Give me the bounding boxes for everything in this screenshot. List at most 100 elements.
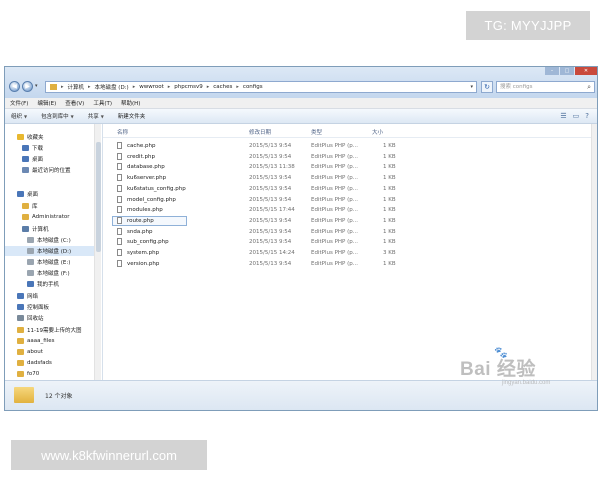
minimize-button[interactable]: – xyxy=(545,67,559,75)
file-row[interactable]: version.php 2015/5/13 9:54 EditPlus PHP (p… xyxy=(103,259,413,269)
menu-file[interactable]: 文件(F) xyxy=(10,99,28,107)
php-file-icon xyxy=(117,184,122,192)
forward-button[interactable]: ▶ xyxy=(22,81,33,92)
sidebar-item-label: 本地磁盘 (C:) xyxy=(37,238,71,244)
file-row[interactable]: snda.php 2015/5/13 9:54 EditPlus PHP (p...… xyxy=(103,227,413,237)
breadcrumb-segment[interactable]: caches xyxy=(213,84,232,90)
folder-icon xyxy=(17,338,24,344)
column-header-size[interactable]: 大小 xyxy=(372,128,383,137)
menu-tools[interactable]: 工具(T) xyxy=(93,99,112,107)
computer-icon xyxy=(22,226,29,232)
sidebar-item[interactable]: fo70 xyxy=(5,369,39,379)
file-row[interactable]: database.php 2015/5/13 11:38 EditPlus PHP … xyxy=(103,162,413,172)
sidebar-item[interactable]: 本地磁盘 (E:) xyxy=(5,257,70,267)
sidebar-item[interactable]: 控制面板 xyxy=(5,302,49,312)
sidebar-item[interactable]: 我的手机 xyxy=(5,279,59,289)
file-date: 2015/5/13 9:54 xyxy=(249,217,292,224)
menu-help[interactable]: 帮助(H) xyxy=(121,99,140,107)
new-folder-button[interactable]: 新建文件夹 xyxy=(118,112,146,120)
sidebar-item-label: aaaa_files xyxy=(27,338,55,344)
file-row[interactable]: ku6server.php 2015/5/13 9:54 EditPlus PHP … xyxy=(103,173,413,183)
breadcrumb-segment[interactable]: phpcmsv9 xyxy=(174,84,202,90)
file-name: sub_config.php xyxy=(127,239,169,246)
sidebar-item[interactable]: 11-19需要上传的大图 xyxy=(5,325,81,335)
sidebar-item[interactable]: 本地磁盘 (C:) xyxy=(5,235,71,245)
file-row[interactable]: sub_config.php 2015/5/13 9:54 EditPlus PHP… xyxy=(103,237,413,247)
file-row[interactable]: cache.php 2015/5/13 9:54 EditPlus PHP (p..… xyxy=(103,141,413,151)
sidebar-item[interactable]: Administrator xyxy=(5,212,70,222)
view-options-icon[interactable]: ☰ xyxy=(560,112,566,120)
sidebar-item-label: 桌面 xyxy=(32,157,44,163)
explorer-window: – □ ✕ ◀ ▶ ▾ ▸ 计算机 ▸ 本地磁盘 (D:) ▸ wwwroot … xyxy=(4,66,598,411)
php-file-icon xyxy=(117,259,122,267)
file-list: 名称 修改日期 类型 大小 cache.php 2015/5/13 9:54 Edi… xyxy=(103,124,597,380)
share-button[interactable]: 共享 ▼ xyxy=(88,112,104,120)
sidebar-item[interactable]: 下载 xyxy=(5,143,43,153)
file-date: 2015/5/13 9:54 xyxy=(249,143,292,149)
include-in-library-button[interactable]: 包含到库中 ▼ xyxy=(41,112,74,120)
download-folder-icon xyxy=(22,145,29,151)
library-icon xyxy=(22,203,29,209)
folder-icon xyxy=(14,387,34,403)
file-row[interactable]: model_config.php 2015/5/13 9:54 EditPlus P… xyxy=(103,195,413,205)
chevron-down-icon: ▼ xyxy=(70,114,74,119)
column-header-type[interactable]: 类型 xyxy=(311,128,322,137)
search-input[interactable]: 搜索 configs ⌕ xyxy=(496,81,595,93)
sidebar-item[interactable]: 桌面 xyxy=(5,154,43,164)
sidebar-item[interactable]: 本地磁盘 (D:) xyxy=(5,246,99,256)
file-date: 2015/5/13 9:54 xyxy=(249,260,292,267)
file-row[interactable]: modules.php 2015/5/15 17:44 EditPlus PHP (… xyxy=(103,205,413,215)
chevron-down-icon[interactable]: ▾ xyxy=(470,84,473,90)
refresh-button[interactable]: ↻ xyxy=(481,81,493,93)
breadcrumb-segment[interactable]: configs xyxy=(243,84,263,90)
recent-pages-chevron-icon[interactable]: ▾ xyxy=(35,83,38,89)
menu-view[interactable]: 查看(V) xyxy=(65,99,84,107)
sidebar-item-label: fo70 xyxy=(27,371,40,377)
sidebar-item[interactable]: 网络 xyxy=(5,291,38,301)
php-file-icon xyxy=(117,174,122,182)
breadcrumb-segment[interactable]: wwwroot xyxy=(139,84,164,90)
address-bar[interactable]: ▸ 计算机 ▸ 本地磁盘 (D:) ▸ wwwroot ▸ phpcmsv9 ▸… xyxy=(45,81,477,93)
close-button[interactable]: ✕ xyxy=(575,67,597,75)
sidebar-item[interactable]: 最近访问的位置 xyxy=(5,165,71,175)
maximize-button[interactable]: □ xyxy=(560,67,574,75)
breadcrumb-segment[interactable]: 计算机 xyxy=(68,83,85,91)
preview-pane-icon[interactable]: ▭ xyxy=(573,112,580,120)
sidebar-item-label: 回收站 xyxy=(27,316,44,322)
column-header-name[interactable]: 名称 xyxy=(117,128,128,137)
sidebar-item[interactable]: about xyxy=(5,347,43,357)
breadcrumb-segment[interactable]: 本地磁盘 (D:) xyxy=(95,83,129,91)
search-placeholder: 搜索 configs xyxy=(500,84,533,90)
sidebar-item[interactable]: 回收站 xyxy=(5,313,44,323)
file-size: 1 KB xyxy=(383,260,396,267)
file-row[interactable]: credit.php 2015/5/13 9:54 EditPlus PHP (p.… xyxy=(103,152,413,162)
file-row[interactable]: ku6status_config.php 2015/5/13 9:54 EditPl… xyxy=(103,184,413,194)
sidebar-item-label: Administrator xyxy=(32,214,70,220)
folder-icon xyxy=(50,84,57,90)
sidebar-item[interactable]: aaaa_files xyxy=(5,336,54,346)
file-row[interactable]: system.php 2015/5/15 14:24 EditPlus PHP (p… xyxy=(103,248,413,258)
search-icon[interactable]: ⌕ xyxy=(587,82,591,92)
sidebar-item[interactable]: dadsfads xyxy=(5,358,52,368)
navigation-scrollbar[interactable] xyxy=(94,124,101,380)
column-header-date[interactable]: 修改日期 xyxy=(249,128,271,137)
scrollbar-thumb[interactable] xyxy=(96,142,101,252)
sidebar-item[interactable]: 桌面 xyxy=(5,189,38,199)
sidebar-item[interactable]: 库 xyxy=(5,201,38,211)
sidebar-item[interactable]: 收藏夹 xyxy=(5,132,44,142)
sidebar-item-label: 计算机 xyxy=(32,227,49,233)
folder-icon xyxy=(17,371,24,377)
file-row[interactable]: route.php 2015/5/13 9:54 EditPlus PHP (p..… xyxy=(103,215,413,226)
file-type: EditPlus PHP (p... xyxy=(311,217,358,224)
help-icon[interactable]: ? xyxy=(585,112,589,120)
back-button[interactable]: ◀ xyxy=(9,81,20,92)
file-name: snda.php xyxy=(127,228,153,235)
file-size: 1 KB xyxy=(383,185,396,192)
file-name: model_config.php xyxy=(127,196,176,203)
drive-icon xyxy=(27,259,34,265)
sidebar-item[interactable]: 本地磁盘 (F:) xyxy=(5,268,70,278)
menu-edit[interactable]: 编辑(E) xyxy=(37,99,56,107)
sidebar-item[interactable]: 计算机 xyxy=(5,224,49,234)
organize-button[interactable]: 组织 ▼ xyxy=(11,112,27,120)
content-scrollbar[interactable] xyxy=(591,124,597,380)
